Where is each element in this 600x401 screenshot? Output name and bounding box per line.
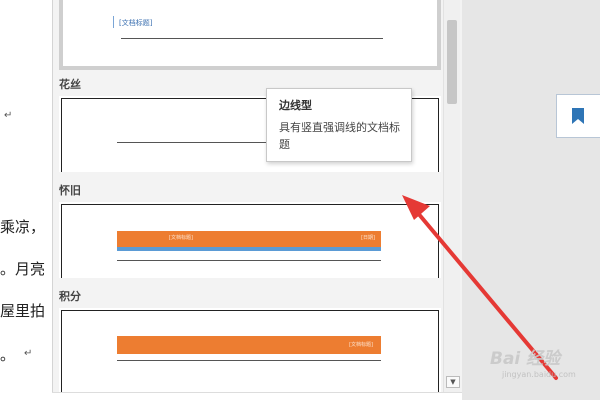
- watermark-text: Bai 经验: [490, 349, 561, 369]
- arrow-head: [402, 195, 430, 220]
- baidu-jingyan-watermark: Bai 经验 jingyan.baidu.com: [470, 340, 598, 388]
- watermark-url: jingyan.baidu.com: [502, 370, 576, 379]
